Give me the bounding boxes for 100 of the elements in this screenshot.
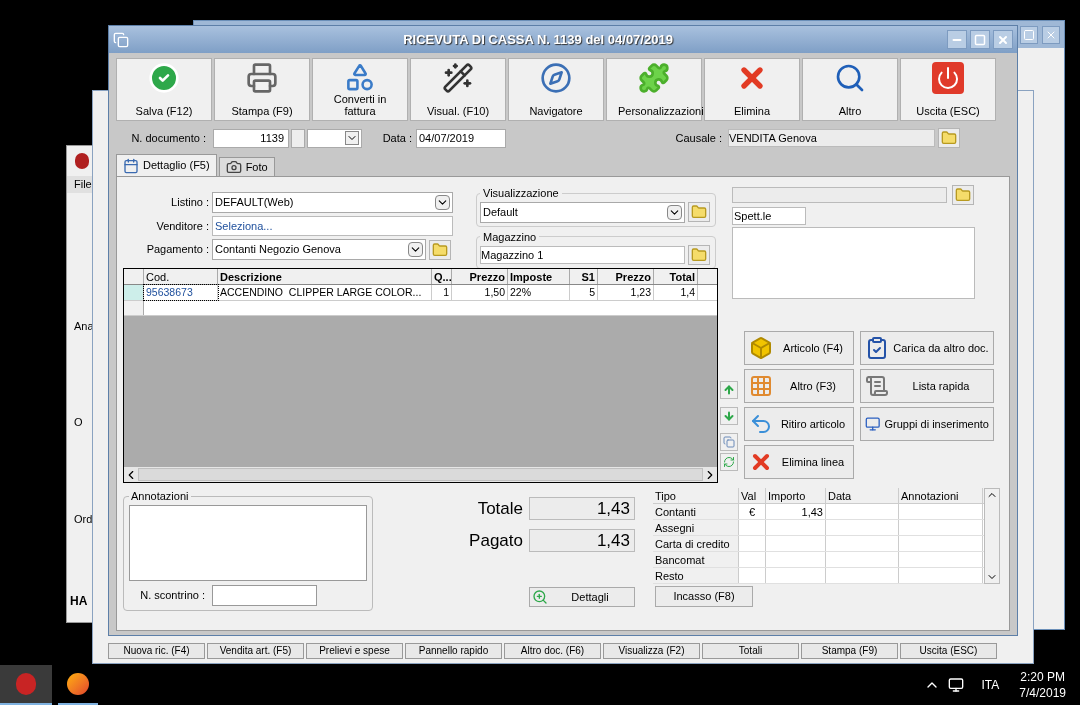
- table-cell: 1: [432, 285, 452, 300]
- address-field[interactable]: [732, 227, 975, 299]
- row-selector[interactable]: [124, 285, 144, 300]
- action-button[interactable]: Carica da altro doc.: [860, 331, 994, 365]
- details-button[interactable]: Dettagli: [529, 587, 635, 607]
- maximize-button[interactable]: [970, 30, 990, 49]
- maximize-icon: [974, 33, 986, 46]
- vertical-scrollbar[interactable]: [984, 488, 1000, 584]
- column-header: Importo: [766, 488, 826, 503]
- column-header: Cod.: [144, 269, 218, 284]
- table-cell: €: [739, 504, 766, 519]
- copy-icon: [723, 436, 735, 448]
- toolbar-button[interactable]: Stampa (F9): [214, 58, 310, 121]
- column-header: Val: [739, 488, 766, 503]
- total-label: Pagato: [469, 529, 523, 552]
- tab[interactable]: Dettaglio (F5): [116, 154, 217, 176]
- table-cell: 1,50: [452, 285, 508, 300]
- move-down-button[interactable]: [720, 407, 738, 425]
- scroll-icon: [865, 374, 889, 398]
- taskbar-app-button[interactable]: [0, 665, 52, 705]
- app-icon: [113, 31, 129, 48]
- column-header: Prezzo: [452, 269, 508, 284]
- action-button[interactable]: Gruppi di inserimento: [860, 407, 994, 441]
- shapes-icon: [344, 62, 376, 93]
- window-title: RICEVUTA DI CASSA N. 1139 del 04/07/2019: [402, 30, 674, 49]
- action-button[interactable]: Articolo (F4): [744, 331, 854, 365]
- column-header: Prezzo: [598, 269, 654, 284]
- series-field[interactable]: [291, 128, 305, 148]
- toolbar-button[interactable]: Personalizzazioni: [606, 58, 702, 121]
- copy-button[interactable]: [720, 433, 738, 451]
- maximize-icon: [1023, 28, 1035, 41]
- close-button[interactable]: [993, 30, 1013, 49]
- toolbar-button[interactable]: Converti in fattura: [312, 58, 408, 121]
- action-button[interactable]: Elimina linea: [744, 445, 854, 479]
- close-button[interactable]: [1042, 25, 1060, 44]
- causale-field[interactable]: VENDITA Genova: [728, 129, 935, 147]
- annotations-field[interactable]: [129, 504, 367, 581]
- field-label: Venditore :: [155, 218, 209, 234]
- bottom-button[interactable]: Uscita (ESC): [900, 643, 997, 659]
- venditore-field[interactable]: Seleziona...: [212, 216, 453, 236]
- toolbar-button[interactable]: Altro: [802, 58, 898, 121]
- table-cell: ACCENDINO CLIPPER LARGE COLOR...: [218, 285, 432, 300]
- document-number-field[interactable]: 1139: [213, 128, 289, 148]
- field-label: N. scontrino :: [139, 587, 205, 603]
- action-button[interactable]: Lista rapida: [860, 369, 994, 403]
- arrow-up-icon: [723, 384, 735, 396]
- toolbar-button[interactable]: Visual. (F10): [410, 58, 506, 121]
- toolbar-button[interactable]: Elimina: [704, 58, 800, 121]
- receipt-number-field[interactable]: [212, 584, 317, 606]
- toolbar-button[interactable]: Salva (F12): [116, 58, 212, 121]
- dropdown-arrow-icon: [408, 242, 423, 257]
- folder-button[interactable]: [938, 128, 960, 148]
- folder-icon: [432, 241, 448, 258]
- clock-time: 2:20 PM: [1020, 669, 1065, 685]
- group-legend: Annotazioni: [129, 488, 191, 505]
- bottom-button[interactable]: Altro doc. (F6): [504, 643, 601, 659]
- folder-icon: [955, 187, 971, 203]
- move-up-button[interactable]: [720, 381, 738, 399]
- toolbar-button[interactable]: Uscita (ESC): [900, 58, 996, 121]
- maximize-button[interactable]: [1020, 25, 1038, 44]
- folder-button[interactable]: [952, 185, 974, 205]
- listino-dropdown[interactable]: DEFAULT(Web): [212, 192, 453, 213]
- language-indicator[interactable]: ITA: [981, 676, 1000, 694]
- bottom-button[interactable]: Stampa (F9): [801, 643, 898, 659]
- row-header: Contanti: [653, 504, 739, 519]
- folder-button[interactable]: [688, 202, 710, 222]
- refresh-button[interactable]: [720, 453, 738, 471]
- grid-row[interactable]: 95638673 ACCENDINO CLIPPER LARGE COLOR... 1 1,50 22% 5 1,23 1,4: [124, 285, 717, 301]
- power-icon: [932, 62, 964, 94]
- tab[interactable]: Foto: [218, 157, 275, 176]
- network-icon[interactable]: [947, 677, 964, 693]
- refresh-icon: [723, 456, 735, 468]
- magazzino-field[interactable]: Magazzino 1: [480, 246, 685, 264]
- action-button[interactable]: Ritiro articolo: [744, 407, 854, 441]
- bottom-button[interactable]: Prelievi e spese: [306, 643, 403, 659]
- column-header: Tipo: [653, 488, 739, 503]
- horizontal-scrollbar[interactable]: [124, 467, 717, 482]
- bottom-button[interactable]: Visualizza (F2): [603, 643, 700, 659]
- bottom-button[interactable]: Nuova ric. (F4): [108, 643, 205, 659]
- folder-button[interactable]: [429, 239, 451, 260]
- action-button[interactable]: Altro (F3): [744, 369, 854, 403]
- group-legend: Visualizzazione: [480, 185, 562, 202]
- toolbar-button[interactable]: Navigatore: [508, 58, 604, 121]
- bottom-button[interactable]: Pannello rapido: [405, 643, 502, 659]
- group-legend: Magazzino: [480, 228, 540, 245]
- salutation-field[interactable]: Spett.le: [732, 207, 806, 225]
- field-label: Pagamento :: [145, 242, 209, 258]
- pagamento-dropdown[interactable]: Contanti Negozio Genova: [212, 239, 426, 260]
- recipient-field[interactable]: [732, 187, 947, 203]
- camera-icon: [225, 159, 242, 175]
- column-header: Total: [654, 269, 698, 284]
- bottom-button[interactable]: Vendita art. (F5): [207, 643, 304, 659]
- folder-button[interactable]: [688, 245, 710, 265]
- series-dropdown[interactable]: [307, 128, 362, 148]
- visualizzazione-dropdown[interactable]: Default: [480, 201, 685, 223]
- field-label: Causale :: [674, 130, 722, 146]
- minimize-button[interactable]: [947, 30, 967, 49]
- incasso-button[interactable]: Incasso (F8): [655, 586, 753, 607]
- bottom-button[interactable]: Totali: [702, 643, 799, 659]
- date-field[interactable]: 04/07/2019: [416, 128, 506, 148]
